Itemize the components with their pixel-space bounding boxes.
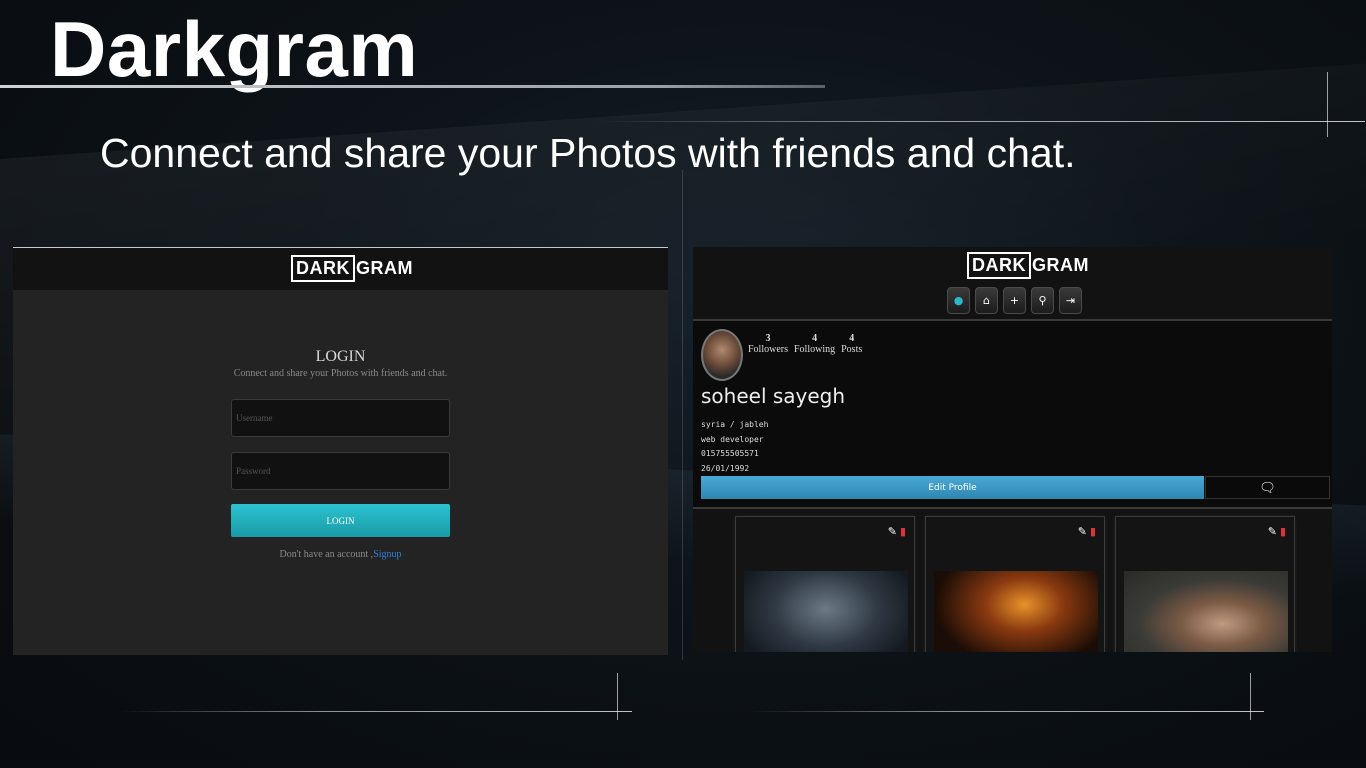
signup-row: Don't have an account ,Signup [231,549,450,560]
decor-line [1250,673,1251,720]
slide-title: Darkgram [50,5,419,93]
posts-grid: ✎ ▮ ✎ ▮ ✎ ▮ [735,516,1295,652]
profile-job: web developer [701,434,764,444]
plus-icon[interactable]: + [1003,287,1026,314]
decor-line [682,170,683,660]
following-count: 4 [812,333,818,344]
edit-icon[interactable]: ✎ [1078,525,1087,538]
darkgram-logo: DARK GRAM [291,255,413,282]
trash-icon[interactable]: ▮ [1090,525,1096,538]
decor-line [600,121,1365,122]
darkgram-logo: DARK GRAM [967,252,1089,279]
slide-subtitle: Connect and share your Photos with frien… [100,130,1076,176]
followers-stat[interactable]: 3 Followers [748,333,788,355]
profile-info: syria / jableh web developer 01575550557… [701,418,768,476]
post-image[interactable] [744,571,908,652]
edit-icon[interactable]: ✎ [888,525,897,538]
profile-location: syria / jableh [701,420,769,429]
profile-nav: ● ⌂ + ⚲ ⇥ [947,287,1082,314]
edit-profile-button[interactable]: Edit Profile [701,476,1204,499]
login-header: DARK GRAM [13,248,668,290]
profile-phone: 015755505571 [701,449,759,458]
comments-icon[interactable]: 🗨 [1205,476,1330,499]
post-card[interactable]: ✎ ▮ [925,516,1105,652]
decor-line [1327,72,1328,137]
avatar [701,329,743,381]
logout-icon[interactable]: ⇥ [1059,287,1082,314]
profile-username: soheel sayegh [701,384,846,408]
profile-card: 3 Followers 4 Following 4 Posts soheel s… [693,319,1332,509]
signup-link[interactable]: Signup [373,549,401,560]
logo-box-text: DARK [967,252,1031,279]
password-input[interactable] [231,452,450,490]
decor-line [750,711,1264,712]
post-card[interactable]: ✎ ▮ [735,516,915,652]
decor-line [120,711,632,712]
post-image[interactable] [934,571,1098,652]
followers-label: Followers [748,344,788,355]
post-image[interactable] [1124,571,1288,652]
decor-line [617,673,618,720]
following-stat[interactable]: 4 Following [794,333,835,355]
profile-screenshot: DARK GRAM ● ⌂ + ⚲ ⇥ 3 Followers 4 Follow… [693,247,1332,652]
post-card[interactable]: ✎ ▮ [1115,516,1295,652]
logo-rest-text: GRAM [356,258,413,278]
post-actions: ✎ ▮ [1078,525,1096,538]
title-underline [0,85,825,88]
trash-icon[interactable]: ▮ [1280,525,1286,538]
login-subheading: Connect and share your Photos with frien… [233,368,448,379]
post-actions: ✎ ▮ [888,525,906,538]
signup-prompt: Don't have an account , [279,549,374,560]
trash-icon[interactable]: ▮ [900,525,906,538]
posts-count: 4 [849,333,855,344]
username-input[interactable] [231,399,450,437]
post-actions: ✎ ▮ [1268,525,1286,538]
login-heading: LOGIN [315,348,366,365]
home-icon[interactable]: ⌂ [975,287,998,314]
login-form: LOGIN Connect and share your Photos with… [231,348,450,560]
edit-icon[interactable]: ✎ [1268,525,1277,538]
login-screenshot: DARK GRAM LOGIN Connect and share your P… [13,247,668,655]
search-icon[interactable]: ⚲ [1031,287,1054,314]
logo-box-text: DARK [291,255,355,282]
following-label: Following [794,344,836,355]
posts-label: Posts [841,344,863,355]
login-button[interactable]: LOGIN [231,504,450,537]
logo-rest-text: GRAM [1032,255,1089,275]
followers-count: 3 [765,333,771,344]
profile-birthdate: 26/01/1992 [701,463,750,473]
posts-stat[interactable]: 4 Posts [841,333,862,355]
profile-stats: 3 Followers 4 Following 4 Posts [748,333,862,355]
profile-icon[interactable]: ● [947,287,970,314]
